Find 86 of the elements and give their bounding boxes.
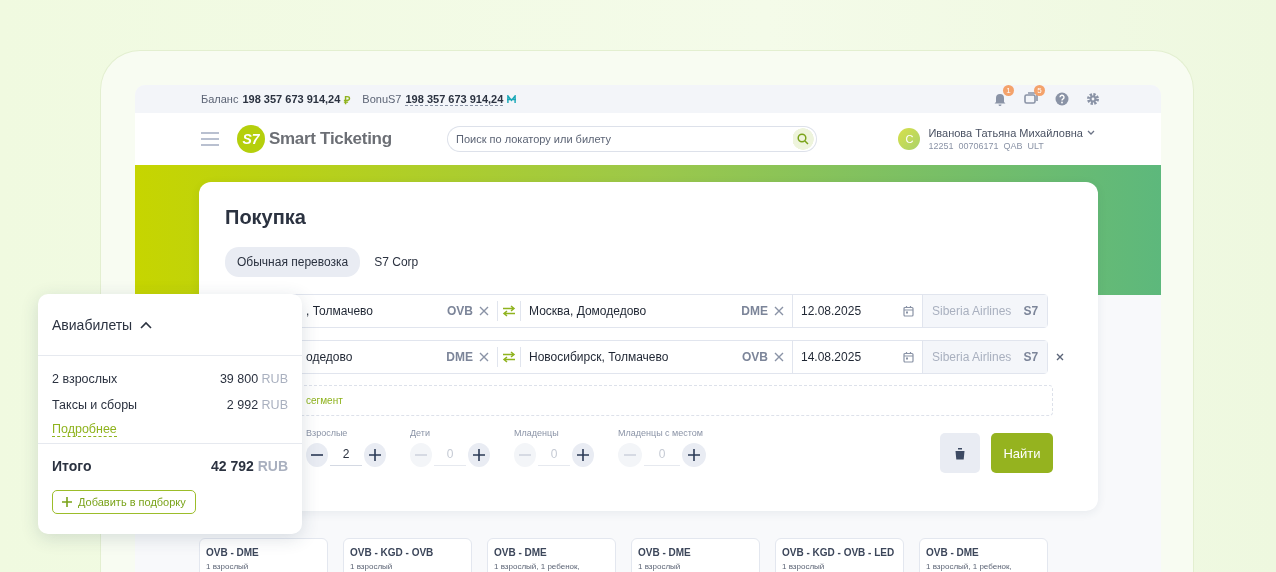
bell-icon[interactable] — [992, 91, 1008, 107]
airline-code: S7 — [1023, 304, 1039, 318]
clear-icon[interactable] — [774, 352, 784, 362]
route-card[interactable]: OVB - KGD - OVB 1 взрослый — [343, 538, 472, 572]
total-amount: 42 792 RUB — [210, 458, 288, 474]
route-card[interactable]: OVB - KGD - OVB - LED 1 взрослый — [775, 538, 904, 572]
settings-icon[interactable] — [1085, 91, 1101, 107]
remove-segment-icon[interactable] — [1056, 353, 1065, 361]
notification-badge: 5 — [1034, 85, 1045, 96]
destination-text[interactable]: Москва, Домодедово — [529, 304, 736, 318]
line-label: Таксы и сборы — [52, 398, 138, 412]
route-passengers: 1 взрослый — [350, 562, 394, 571]
chat-icon[interactable] — [1023, 91, 1039, 107]
route-card[interactable]: OVB - DME 1 взрослый, 1 ребенок, — [919, 538, 1048, 572]
airport-code: OVB — [447, 304, 473, 318]
decrement-button[interactable] — [306, 443, 328, 467]
clear-icon[interactable] — [479, 352, 489, 362]
swap-icon[interactable] — [502, 305, 516, 317]
balance-label: Баланс — [201, 93, 239, 105]
route-title: OVB - KGD - OVB — [350, 547, 435, 558]
airline-code: S7 — [1023, 350, 1039, 364]
route-passengers: 1 взрослый, 1 ребенок, — [494, 562, 581, 571]
clear-icon[interactable] — [479, 306, 489, 316]
increment-button[interactable] — [572, 443, 594, 467]
destination-text[interactable]: Новосибирск, Толмачево — [529, 350, 736, 364]
bonus-label: BonuS7 — [362, 93, 402, 105]
swap-icon[interactable] — [502, 351, 516, 363]
plus-icon — [62, 497, 72, 507]
passenger-label: Взрослые — [306, 428, 349, 438]
plus-icon — [688, 449, 700, 461]
route-title: OVB - DME — [926, 547, 980, 558]
date-text[interactable]: 12.08.2025 — [801, 304, 903, 318]
route-card[interactable]: OVB - DME 1 взрослый — [199, 538, 328, 572]
clear-icon[interactable] — [774, 306, 784, 316]
plus-icon — [473, 449, 486, 461]
notification-badge: 1 — [1003, 85, 1014, 96]
chevron-up-icon[interactable] — [140, 320, 153, 329]
airport-code: DME — [446, 350, 473, 364]
minus-icon — [310, 454, 323, 456]
airport-code: OVB — [742, 350, 768, 364]
route-passengers: 1 взрослый, 1 ребенок, — [926, 562, 1013, 571]
currency-sign: ₽ — [344, 92, 351, 107]
route-passengers: 1 взрослый — [782, 562, 826, 571]
user-details: 12251 00706171 QAB ULT — [928, 141, 1045, 151]
route-passengers: 1 взрослый — [206, 562, 250, 571]
airline-text: Siberia Airlines — [932, 304, 1012, 318]
route-title: OVB - KGD - OVB - LED — [782, 547, 896, 558]
airport-code: DME — [741, 304, 768, 318]
route-passengers: 1 взрослый — [638, 562, 682, 571]
route-title: OVB - DME — [494, 547, 548, 558]
line-label: 2 взрослых — [52, 372, 118, 386]
increment-button[interactable] — [682, 443, 706, 467]
plus-icon — [577, 449, 590, 461]
page-title: Покупка — [225, 206, 307, 229]
route-title: OVB - DME — [638, 547, 692, 558]
date-text[interactable]: 14.08.2025 — [801, 350, 903, 364]
calendar-icon[interactable] — [903, 351, 914, 363]
trash-icon — [954, 446, 966, 460]
calendar-icon[interactable] — [903, 305, 914, 317]
logo-text: Smart Ticketing — [269, 129, 392, 149]
passenger-label: Младенцы с местом — [618, 428, 704, 438]
tab[interactable]: Обычная перевозка — [225, 247, 361, 277]
logo-mark: S7 — [237, 125, 265, 153]
bonus-amount[interactable]: 198 357 673 914,24 — [405, 92, 504, 106]
bonus-currency-icon — [507, 94, 517, 104]
plus-icon — [369, 449, 382, 461]
increment-button[interactable] — [468, 443, 490, 467]
line-amount: 2 992 RUB — [226, 398, 288, 412]
chevron-down-icon[interactable] — [1087, 130, 1095, 136]
passenger-label: Младенцы — [514, 428, 560, 438]
clear-button[interactable] — [940, 433, 980, 473]
menu-icon[interactable] — [201, 132, 219, 146]
route-title: OVB - DME — [206, 547, 260, 558]
user-name[interactable]: Иванова Татьяна Михайловна — [928, 127, 1083, 139]
tab[interactable]: S7 Corp — [362, 247, 431, 277]
route-card[interactable]: OVB - DME 1 взрослый, 1 ребенок, — [487, 538, 616, 572]
airline-text: Siberia Airlines — [932, 350, 1012, 364]
increment-button[interactable] — [364, 443, 386, 467]
summary-title[interactable]: Авиабилеты — [52, 316, 133, 333]
help-icon[interactable] — [1054, 91, 1070, 107]
total-label: Итого — [52, 458, 92, 474]
count-field[interactable]: 2 — [329, 444, 363, 466]
passenger-label: Дети — [410, 428, 431, 438]
balance-amount: 198 357 673 914,24 — [242, 93, 341, 105]
line-amount: 39 800 RUB — [219, 372, 288, 386]
route-card[interactable]: OVB - DME 1 взрослый — [631, 538, 760, 572]
